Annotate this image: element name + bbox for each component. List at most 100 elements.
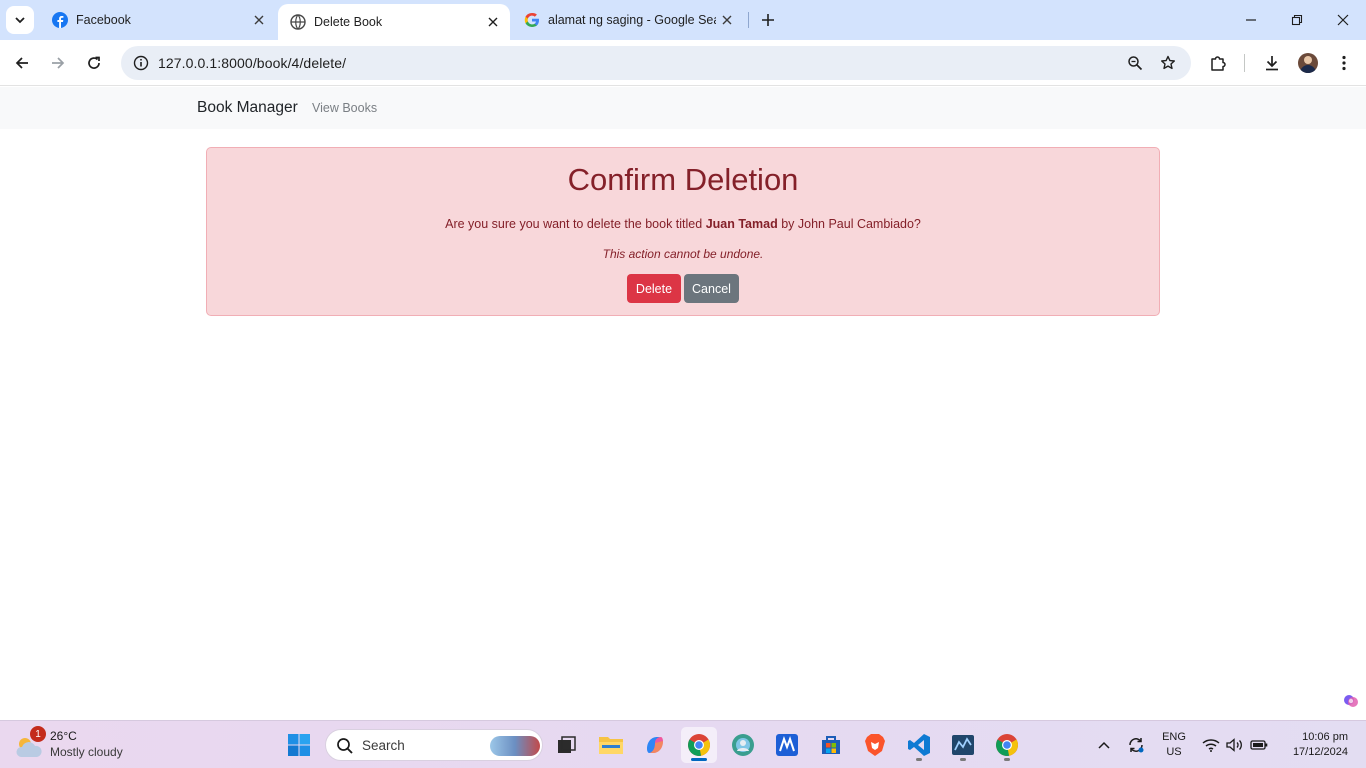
forward-button[interactable] <box>42 47 74 79</box>
puzzle-icon <box>1211 56 1226 71</box>
browser-tabstrip: Facebook Delete Book alamat ng saging - … <box>0 0 1366 40</box>
tab-close-icon[interactable] <box>482 11 504 33</box>
store-button[interactable] <box>813 727 849 763</box>
keyboard-region: US <box>1166 746 1182 758</box>
profile-button[interactable] <box>1292 47 1324 79</box>
irreversible-warning: This action cannot be undone. <box>602 247 764 261</box>
sync-status-button[interactable] <box>1124 721 1148 768</box>
task-view-icon <box>558 736 576 753</box>
wifi-icon <box>1202 739 1220 752</box>
minimize-icon <box>1246 19 1256 21</box>
weather-condition: Mostly cloudy <box>50 745 123 759</box>
start-button[interactable] <box>281 727 317 763</box>
mysql-workbench-button[interactable] <box>945 727 981 763</box>
file-explorer-button[interactable] <box>593 727 629 763</box>
brave-button[interactable] <box>857 727 893 763</box>
restore-icon <box>1291 14 1303 26</box>
page-title: Confirm Deletion <box>567 162 799 197</box>
zoom-icon[interactable] <box>1121 49 1149 77</box>
google-icon <box>524 12 540 28</box>
battery-icon <box>1250 740 1268 750</box>
running-indicator <box>916 758 922 761</box>
show-hidden-icons-button[interactable] <box>1094 721 1114 768</box>
site-navbar: Book Manager View Books <box>0 87 1366 129</box>
site-info-icon[interactable] <box>127 49 155 77</box>
search-label: Search <box>362 738 405 753</box>
sync-icon <box>1129 738 1144 753</box>
delete-button[interactable]: Delete <box>627 274 681 303</box>
question-suffix: by John Paul Cambiado? <box>781 217 921 231</box>
task-view-button[interactable] <box>549 727 585 763</box>
plus-icon <box>762 14 774 26</box>
windows-logo-icon <box>288 734 310 756</box>
minimize-button[interactable] <box>1228 0 1274 40</box>
forward-arrow-icon <box>52 57 65 69</box>
nav-link-view-books[interactable]: View Books <box>312 101 377 115</box>
system-clock[interactable]: 10:06 pm 17/12/2024 <box>1280 730 1348 760</box>
book-title: Juan Tamad <box>705 217 778 231</box>
active-app-indicator <box>691 758 707 761</box>
browser-menu-button[interactable] <box>1328 47 1360 79</box>
input-language-indicator[interactable]: ENG US <box>1160 730 1188 760</box>
search-highlight-image <box>490 736 540 756</box>
tab-title: alamat ng saging - Google Search <box>548 13 716 27</box>
database-tool-icon <box>952 735 974 755</box>
chevron-up-icon <box>1098 741 1110 749</box>
close-window-button[interactable] <box>1320 0 1366 40</box>
download-icon <box>1266 56 1278 71</box>
back-arrow-icon <box>15 57 28 69</box>
app-m-button[interactable] <box>769 727 805 763</box>
tab-google-search[interactable]: alamat ng saging - Google Search <box>512 0 746 40</box>
chrome-icon <box>688 734 710 756</box>
tab-search-button[interactable] <box>6 6 34 34</box>
browser-toolbar: 127.0.0.1:8000/book/4/delete/ <box>0 40 1366 86</box>
close-icon <box>1337 14 1349 26</box>
clock-time: 10:06 pm <box>1302 731 1348 743</box>
app-m-icon <box>776 734 798 756</box>
notification-badge: 1 <box>30 726 46 742</box>
quick-settings-button[interactable] <box>1200 721 1270 768</box>
vscode-button[interactable] <box>901 727 937 763</box>
bookmark-star-icon[interactable] <box>1154 49 1182 77</box>
reload-icon <box>88 56 100 69</box>
edge-button[interactable] <box>725 727 761 763</box>
action-buttons: Delete Cancel <box>627 274 739 303</box>
tab-divider <box>748 12 749 28</box>
tab-delete-book[interactable]: Delete Book <box>278 4 510 40</box>
reload-button[interactable] <box>78 47 110 79</box>
taskbar-search[interactable]: Search <box>325 729 543 761</box>
tab-close-icon[interactable] <box>248 9 270 31</box>
tab-close-icon[interactable] <box>716 9 738 31</box>
restore-button[interactable] <box>1274 0 1320 40</box>
weather-temperature: 26°C <box>50 729 77 743</box>
copilot-button[interactable] <box>637 727 673 763</box>
toolbar-separator <box>1244 54 1245 72</box>
vscode-icon <box>908 734 930 756</box>
downloads-button[interactable] <box>1256 47 1288 79</box>
language-code: ENG <box>1162 731 1186 743</box>
facebook-icon <box>52 12 68 28</box>
windows-taskbar: 1 26°C Mostly cloudy Search ENG US 10:06… <box>0 720 1366 768</box>
chrome-button-active[interactable] <box>681 727 717 763</box>
search-icon <box>337 738 353 754</box>
weather-widget[interactable]: 1 26°C Mostly cloudy <box>14 726 164 763</box>
chrome-profile-button[interactable] <box>989 727 1025 763</box>
question-prefix: Are you sure you want to delete the book… <box>445 217 703 231</box>
url-text[interactable]: 127.0.0.1:8000/book/4/delete/ <box>158 55 346 71</box>
globe-icon <box>290 14 306 30</box>
tab-title: Delete Book <box>314 15 383 29</box>
new-tab-button[interactable] <box>756 8 780 32</box>
chevron-down-icon <box>15 17 25 24</box>
tab-facebook[interactable]: Facebook <box>40 0 276 40</box>
address-bar[interactable]: 127.0.0.1:8000/book/4/delete/ <box>121 46 1191 80</box>
clock-date: 17/12/2024 <box>1292 746 1348 758</box>
cancel-button[interactable]: Cancel <box>684 274 739 303</box>
store-icon <box>822 736 840 754</box>
brave-lion-icon <box>865 734 885 756</box>
chrome-icon <box>996 734 1018 756</box>
folder-icon <box>599 737 623 754</box>
copilot-icon[interactable] <box>1340 690 1362 712</box>
navbar-brand[interactable]: Book Manager <box>197 99 298 117</box>
back-button[interactable] <box>6 47 38 79</box>
extensions-button[interactable] <box>1202 47 1234 79</box>
